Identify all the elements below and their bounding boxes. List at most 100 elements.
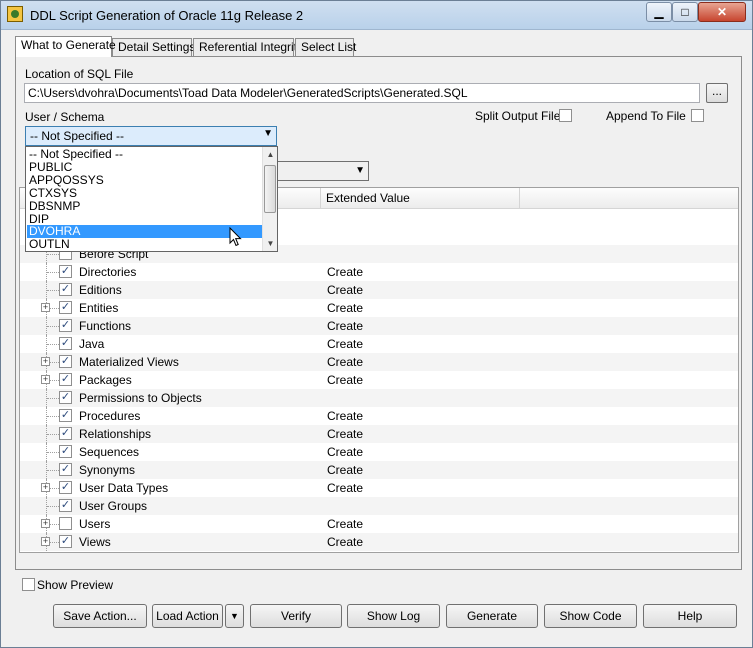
row-checkbox[interactable]: ✓ [59, 481, 72, 494]
row-name: Functions [79, 319, 132, 333]
dropdown-option[interactable]: PUBLIC [27, 160, 262, 174]
help-button[interactable]: Help [643, 604, 737, 628]
dropdown-scrollbar[interactable]: ▲ ▼ [262, 147, 277, 251]
load-action-button[interactable]: Load Action [152, 604, 223, 628]
row-value: Create [327, 265, 364, 279]
grid-row[interactable]: + Users Create [20, 515, 738, 533]
tab-select-list[interactable]: Select List [295, 38, 356, 56]
dropdown-option[interactable]: APPQOSSYS [27, 173, 262, 187]
user-schema-select[interactable]: -- Not Specified -- ▼ [25, 126, 277, 146]
sql-file-path-input[interactable]: C:\Users\dvohra\Documents\Toad Data Mode… [24, 83, 700, 103]
grid-row[interactable]: ✓ Directories Create [20, 263, 738, 281]
row-checkbox[interactable]: ✓ [59, 373, 72, 386]
row-checkbox[interactable]: ✓ [59, 301, 72, 314]
row-checkbox[interactable]: ✓ [59, 427, 72, 440]
show-preview-checkbox[interactable] [22, 578, 35, 591]
secondary-select[interactable]: ▼ [277, 161, 369, 181]
row-checkbox[interactable]: ✓ [59, 463, 72, 476]
row-checkbox[interactable]: ✓ [59, 283, 72, 296]
dropdown-option[interactable]: OUTLN [27, 238, 262, 251]
append-to-file-label: Append To File [606, 109, 686, 123]
row-value: Create [327, 319, 364, 333]
row-name: User Groups [79, 499, 148, 513]
append-to-file-checkbox[interactable] [691, 109, 704, 122]
maximize-button[interactable]: □ [672, 2, 698, 22]
grid-row[interactable]: + ✓ Views Create [20, 533, 738, 551]
grid-row[interactable]: ✓ Relationships Create [20, 425, 738, 443]
grid-row[interactable]: + ✓ Packages Create [20, 371, 738, 389]
toad-app-icon [7, 6, 23, 22]
save-action-button[interactable]: Save Action... [53, 604, 147, 628]
split-output-checkbox[interactable] [559, 109, 572, 122]
row-name: Packages [79, 373, 132, 387]
grid-row[interactable]: ✓ User Groups [20, 497, 738, 515]
chevron-down-icon: ▼ [263, 128, 273, 139]
row-checkbox[interactable]: ✓ [59, 445, 72, 458]
expand-plus-icon[interactable]: + [41, 303, 50, 312]
row-name: Java [79, 337, 105, 351]
scroll-thumb[interactable] [264, 165, 276, 213]
row-checkbox[interactable]: ✓ [59, 337, 72, 350]
generate-button[interactable]: Generate [446, 604, 538, 628]
minimize-button[interactable]: ▁ [646, 2, 672, 22]
row-name: Views [79, 535, 111, 549]
row-value: Create [327, 301, 364, 315]
scroll-up-icon[interactable]: ▲ [263, 147, 277, 162]
row-checkbox[interactable]: ✓ [59, 265, 72, 278]
expand-plus-icon[interactable]: + [41, 357, 50, 366]
show-code-button[interactable]: Show Code [544, 604, 637, 628]
row-checkbox[interactable]: ✓ [59, 319, 72, 332]
grid-row[interactable]: ✓ Functions Create [20, 317, 738, 335]
tree-line [47, 326, 59, 328]
expand-plus-icon[interactable]: + [41, 537, 50, 546]
row-checkbox[interactable]: ✓ [59, 409, 72, 422]
row-value: Create [327, 409, 364, 423]
chevron-down-icon: ▼ [355, 165, 365, 176]
grid-row[interactable]: + ✓ User Data Types Create [20, 479, 738, 497]
close-icon: ✕ [716, 5, 728, 19]
dropdown-option[interactable]: DBSNMP [27, 199, 262, 213]
extended-value-header[interactable]: Extended Value [320, 188, 520, 208]
grid-row[interactable]: + ✓ Materialized Views Create [20, 353, 738, 371]
maximize-icon: □ [681, 5, 689, 19]
close-button[interactable]: ✕ [698, 2, 746, 22]
row-value: Create [327, 283, 364, 297]
expand-plus-icon[interactable]: + [41, 375, 50, 384]
grid-row[interactable]: ✓ Java Create [20, 335, 738, 353]
tree-line [47, 452, 59, 454]
grid-row[interactable]: ✓ Sequences Create [20, 443, 738, 461]
row-checkbox[interactable]: ✓ [59, 391, 72, 404]
grid-row[interactable]: + ✓ Entities Create [20, 299, 738, 317]
row-value: Create [327, 373, 364, 387]
browse-button[interactable]: ... [706, 83, 728, 103]
tab-detail-settings[interactable]: Detail Settings [112, 38, 195, 56]
row-name: Procedures [79, 409, 141, 423]
row-value: Create [327, 427, 364, 441]
expand-plus-icon[interactable]: + [41, 483, 50, 492]
row-checkbox[interactable]: ✓ [59, 535, 72, 548]
row-checkbox[interactable] [59, 517, 72, 530]
row-checkbox[interactable]: ✓ [59, 355, 72, 368]
expand-plus-icon[interactable]: + [41, 519, 50, 528]
grid-row[interactable]: ✓ Permissions to Objects [20, 389, 738, 407]
row-name: Directories [79, 265, 137, 279]
grid-row[interactable]: ✓ Procedures Create [20, 407, 738, 425]
show-log-button[interactable]: Show Log [347, 604, 440, 628]
show-preview-label: Show Preview [37, 578, 114, 592]
row-value: Create [327, 517, 364, 531]
grid-row[interactable]: ✓ Editions Create [20, 281, 738, 299]
tree-line [47, 344, 59, 346]
tree-line [47, 290, 59, 292]
dropdown-option[interactable]: CTXSYS [27, 186, 262, 200]
scroll-down-icon[interactable]: ▼ [263, 236, 277, 251]
row-name: Permissions to Objects [79, 391, 202, 405]
grid-row[interactable]: ✓ Synonyms Create [20, 461, 738, 479]
chevron-down-icon: ▼ [230, 611, 239, 621]
tab-what-to-generate[interactable]: What to Generate [15, 36, 116, 57]
verify-button[interactable]: Verify [250, 604, 342, 628]
tab-referential-integrity[interactable]: Referential Integrity [193, 38, 303, 56]
row-value: Create [327, 337, 364, 351]
user-schema-label: User / Schema [25, 110, 105, 124]
load-action-dropdown-button[interactable]: ▼ [225, 604, 244, 628]
row-checkbox[interactable]: ✓ [59, 499, 72, 512]
